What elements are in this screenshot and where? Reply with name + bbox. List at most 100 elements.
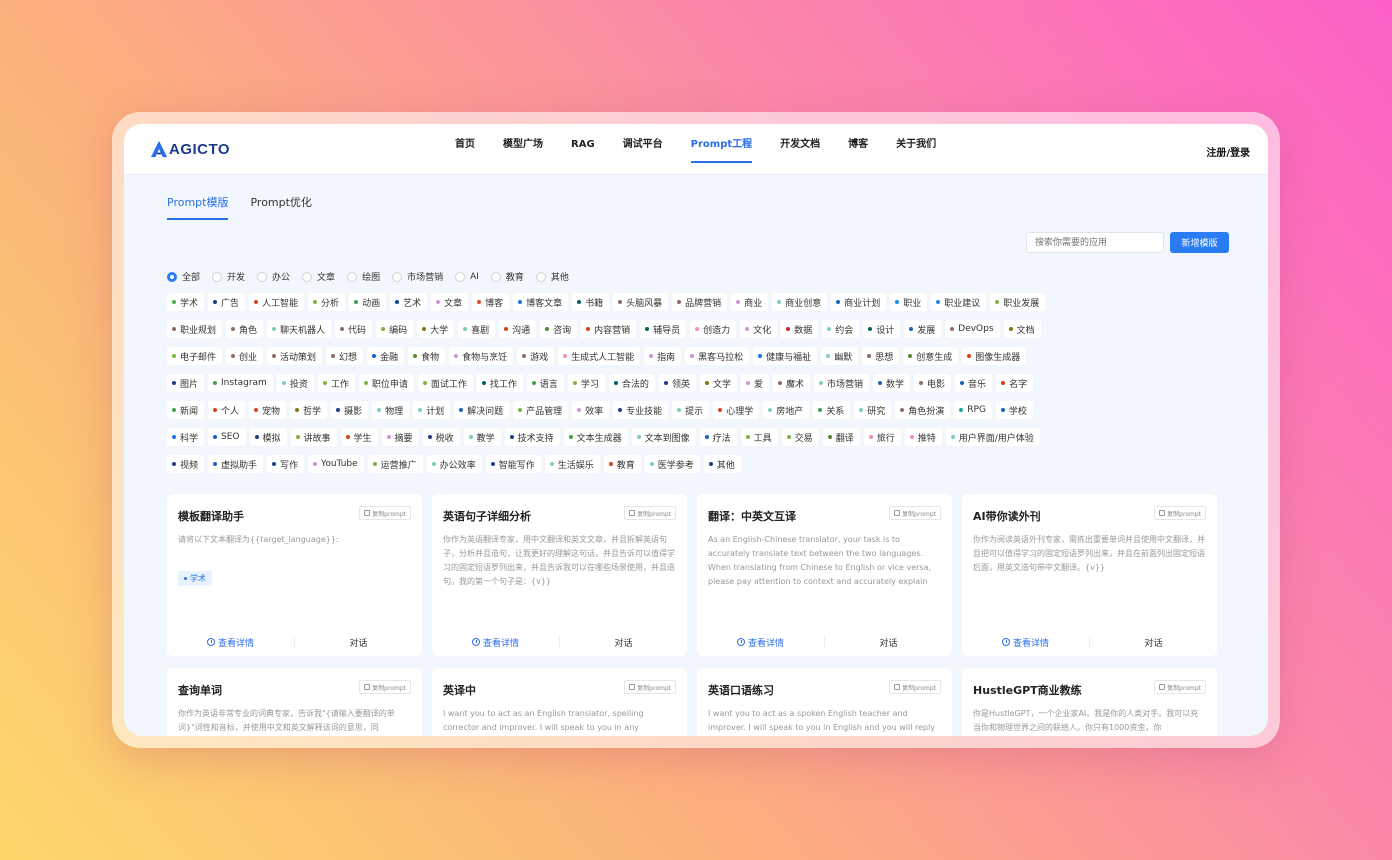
tag-chip[interactable]: 科学 (167, 428, 205, 446)
nav-item[interactable]: RAG (557, 124, 609, 175)
nav-item[interactable]: 关于我们 (882, 124, 950, 175)
tag-chip[interactable]: 金融 (367, 347, 405, 365)
copy-prompt-button[interactable]: 复制prompt (624, 680, 676, 694)
tag-chip[interactable]: 合法的 (608, 374, 655, 392)
tag-chip[interactable]: 工作 (317, 374, 355, 392)
tag-chip[interactable]: 效率 (572, 401, 610, 419)
copy-prompt-button[interactable]: 复制prompt (624, 506, 676, 520)
tag-chip[interactable]: 广告 (208, 293, 246, 311)
tag-chip[interactable]: 工具 (740, 428, 778, 446)
tag-chip[interactable]: 教学 (463, 428, 501, 446)
tag-chip[interactable]: 用户界面/用户体验 (945, 428, 1040, 446)
tag-chip[interactable]: 专业技能 (613, 401, 669, 419)
tag-chip[interactable]: 新闻 (167, 401, 205, 419)
category-radio[interactable]: AI (455, 270, 479, 283)
tag-chip[interactable]: 图片 (167, 374, 205, 392)
chat-button[interactable]: 对话 (560, 636, 687, 649)
view-details-button[interactable]: 查看详情 (432, 635, 560, 649)
tag-chip[interactable]: 医学参考 (644, 455, 700, 473)
tag-chip[interactable]: 代码 (335, 320, 373, 338)
tag-chip[interactable]: 创意生成 (903, 347, 959, 365)
nav-item[interactable]: 调试平台 (609, 124, 677, 175)
radio-circle-icon[interactable] (347, 271, 358, 282)
tag-chip[interactable]: 计划 (413, 401, 451, 419)
login-button[interactable]: 注册/登录 (1206, 144, 1250, 159)
radio-circle-icon[interactable] (167, 271, 177, 282)
tag-chip[interactable]: 健康与福祉 (753, 347, 818, 365)
tag-chip[interactable]: 生成式人工智能 (558, 347, 641, 365)
tag-chip[interactable]: 食物 (408, 347, 446, 365)
radio-circle-icon[interactable] (302, 271, 313, 282)
tag-chip[interactable]: 交易 (781, 428, 819, 446)
tag-chip[interactable]: 创造力 (690, 320, 737, 338)
tag-chip[interactable]: 分析 (308, 293, 346, 311)
tag-chip[interactable]: 文章 (431, 293, 469, 311)
tag-chip[interactable]: 文化 (740, 320, 778, 338)
brand-logo[interactable]: AGICTO (150, 140, 230, 158)
tag-chip[interactable]: RPG (954, 401, 992, 419)
tag-chip[interactable]: 宠物 (249, 401, 287, 419)
tag-chip[interactable]: 语言 (526, 374, 564, 392)
tag-chip[interactable]: 图像生成器 (962, 347, 1027, 365)
category-radio[interactable]: 全部 (167, 270, 200, 283)
tag-chip[interactable]: 指南 (644, 347, 682, 365)
tag-chip[interactable]: 数据 (781, 320, 819, 338)
category-radio[interactable]: 文章 (302, 270, 335, 283)
tag-chip[interactable]: 视频 (167, 455, 205, 473)
tag-chip[interactable]: 研究 (854, 401, 892, 419)
copy-prompt-button[interactable]: 复制prompt (889, 506, 941, 520)
tag-chip[interactable]: 其他 (703, 455, 741, 473)
tag-chip[interactable]: 讲故事 (290, 428, 337, 446)
radio-circle-icon[interactable] (257, 271, 268, 282)
tag-chip[interactable]: 游戏 (517, 347, 555, 365)
tag-chip[interactable]: 智能写作 (485, 455, 541, 473)
view-details-button[interactable]: 查看详情 (962, 635, 1090, 649)
tag-chip[interactable]: 写作 (267, 455, 305, 473)
tag-chip[interactable]: 思想 (862, 347, 900, 365)
tag-chip[interactable]: 文本到图像 (631, 428, 696, 446)
copy-prompt-button[interactable]: 复制prompt (1154, 680, 1206, 694)
tag-chip[interactable]: 设计 (863, 320, 901, 338)
tag-chip[interactable]: 摄影 (331, 401, 369, 419)
tag-chip[interactable]: 个人 (208, 401, 246, 419)
tag-chip[interactable]: 模拟 (249, 428, 287, 446)
chat-button[interactable]: 对话 (825, 636, 952, 649)
tag-chip[interactable]: 电影 (914, 374, 952, 392)
tag-chip[interactable]: 创业 (226, 347, 264, 365)
tag-chip[interactable]: 喜剧 (458, 320, 496, 338)
tag-chip[interactable]: 职业发展 (990, 293, 1046, 311)
tag-chip[interactable]: 商业创意 (772, 293, 828, 311)
tag-chip[interactable]: 职业 (890, 293, 928, 311)
category-radio[interactable]: 市场营销 (392, 270, 443, 283)
tag-chip[interactable]: 艺术 (390, 293, 428, 311)
tag-chip[interactable]: 摘要 (381, 428, 419, 446)
subtab[interactable]: Prompt优化 (250, 194, 311, 220)
tag-chip[interactable]: 面试工作 (417, 374, 473, 392)
tag-chip[interactable]: Instagram (208, 374, 273, 392)
tag-chip[interactable]: 食物与烹饪 (449, 347, 514, 365)
tag-chip[interactable]: 文学 (699, 374, 737, 392)
tag-chip[interactable]: 翻译 (822, 428, 860, 446)
copy-prompt-button[interactable]: 复制prompt (359, 506, 411, 520)
tag-chip[interactable]: 虚拟助手 (208, 455, 264, 473)
tag-chip[interactable]: SEO (208, 428, 246, 446)
tag-chip[interactable]: 音乐 (955, 374, 993, 392)
tag-chip[interactable]: 商业 (731, 293, 769, 311)
tag-chip[interactable]: YouTube (308, 455, 364, 473)
copy-prompt-button[interactable]: 复制prompt (889, 680, 941, 694)
tag-chip[interactable]: 旅行 (863, 428, 901, 446)
tag-chip[interactable]: 动画 (349, 293, 387, 311)
nav-item[interactable]: Prompt工程 (677, 124, 767, 175)
radio-circle-icon[interactable] (212, 271, 223, 282)
nav-item[interactable]: 开发文档 (766, 124, 834, 175)
tag-chip[interactable]: 沟通 (499, 320, 537, 338)
view-details-button[interactable]: 查看详情 (167, 635, 295, 649)
tag-chip[interactable]: 幻想 (326, 347, 364, 365)
tag-chip[interactable]: 市场营销 (814, 374, 870, 392)
tag-chip[interactable]: 人工智能 (249, 293, 305, 311)
tag-chip[interactable]: 文档 (1003, 320, 1041, 338)
tag-chip[interactable]: 找工作 (476, 374, 523, 392)
tag-chip[interactable]: 角色扮演 (895, 401, 951, 419)
nav-item[interactable]: 模型广场 (489, 124, 557, 175)
tag-chip[interactable]: 学校 (995, 401, 1033, 419)
